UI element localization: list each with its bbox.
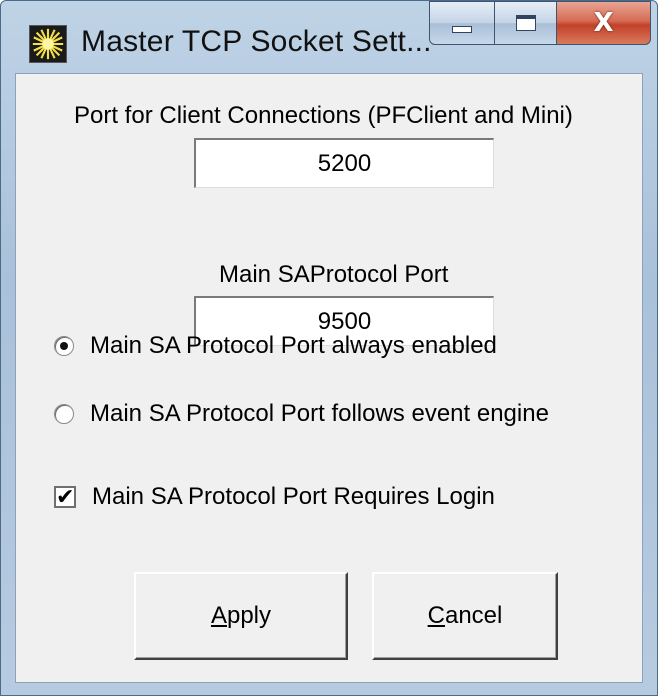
minimize-button[interactable] (429, 1, 495, 45)
client-port-input[interactable]: 5200 (194, 138, 494, 188)
caption-buttons: X (429, 1, 651, 45)
radio-follows-event-engine[interactable]: Main SA Protocol Port follows event engi… (54, 400, 549, 428)
title-bar[interactable]: Master TCP Socket Sett... X (1, 1, 657, 73)
close-icon: X (593, 8, 614, 38)
sunburst-app-icon[interactable] (29, 25, 67, 63)
minimize-icon (452, 25, 472, 33)
apply-button[interactable]: Apply (134, 572, 348, 660)
window-title: Master TCP Socket Sett... (81, 25, 432, 58)
apply-button-label: Apply (210, 602, 272, 629)
client-port-label: Port for Client Connections (PFClient an… (74, 102, 573, 129)
radio-button-selected[interactable] (54, 336, 74, 356)
radio-always-enabled[interactable]: Main SA Protocol Port always enabled (54, 332, 497, 360)
cancel-button[interactable]: Cancel (372, 572, 558, 660)
close-button[interactable]: X (557, 1, 651, 45)
dialog-client-area: Port for Client Connections (PFClient an… (15, 73, 643, 683)
requires-login-checkbox[interactable]: ✔ (54, 486, 76, 508)
maximize-button[interactable] (495, 1, 557, 45)
requires-login-label: Main SA Protocol Port Requires Login (92, 483, 495, 510)
cancel-button-label: Cancel (427, 602, 503, 629)
radio-follows-event-engine-label: Main SA Protocol Port follows event engi… (90, 400, 549, 427)
radio-always-enabled-label: Main SA Protocol Port always enabled (90, 332, 497, 359)
dialog-window: Master TCP Socket Sett... X Port for Cli… (0, 0, 658, 696)
requires-login-option[interactable]: ✔ Main SA Protocol Port Requires Login (54, 483, 495, 511)
maximize-icon (515, 15, 536, 31)
main-port-label: Main SAProtocol Port (219, 261, 449, 288)
radio-button-unselected[interactable] (54, 404, 74, 424)
